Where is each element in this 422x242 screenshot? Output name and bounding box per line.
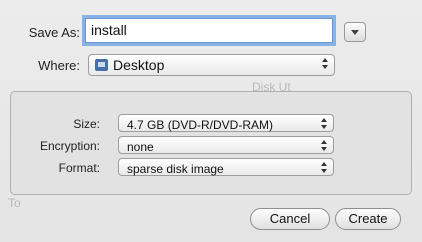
size-label: Size: (73, 117, 100, 131)
where-popup[interactable]: Desktop (88, 54, 335, 76)
save-as-label: Save As: (28, 25, 80, 40)
desktop-folder-icon (95, 59, 108, 71)
popup-arrows-icon (321, 117, 329, 131)
format-label: Format: (58, 161, 100, 175)
encryption-value: none (127, 140, 154, 154)
create-button[interactable]: Create (335, 208, 401, 230)
save-dialog-sheet: Disk Ut To Save As: install Where: Deskt… (0, 0, 422, 242)
save-as-input[interactable]: install (85, 18, 333, 43)
chevron-down-icon[interactable] (344, 22, 366, 42)
cancel-button[interactable]: Cancel (250, 208, 330, 230)
format-popup[interactable]: sparse disk image (118, 158, 334, 176)
where-label: Where: (38, 58, 80, 73)
encryption-label: Encryption: (39, 139, 100, 153)
popup-arrows-icon (321, 161, 329, 175)
format-value: sparse disk image (127, 162, 224, 176)
encryption-popup[interactable]: none (118, 136, 334, 154)
size-value: 4.7 GB (DVD-R/DVD-RAM) (127, 118, 274, 132)
background-text: To (8, 196, 21, 210)
popup-arrows-icon (322, 57, 330, 71)
popup-arrows-icon (321, 139, 329, 153)
size-popup[interactable]: 4.7 GB (DVD-R/DVD-RAM) (118, 114, 334, 132)
where-value: Desktop (113, 57, 165, 73)
